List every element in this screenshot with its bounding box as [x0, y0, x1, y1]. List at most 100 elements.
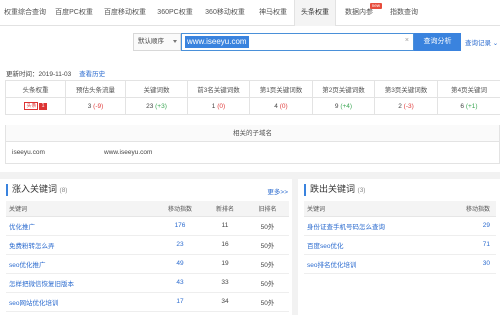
old-rank: 50外 [246, 254, 289, 274]
tab-7[interactable]: 数据内参 new [336, 0, 382, 26]
page2-value: 9 [334, 102, 339, 110]
update-time: 更新时间：2019-11-03 查看历史 [6, 68, 105, 78]
stats-col-header: 前3名关键词数 [187, 80, 250, 98]
col-header: 新排名 [204, 201, 246, 217]
falling-keywords-table: 关键词 移动指数 身份证查手机号码怎么查询 29 百度seo优化 71 seo排名优化培… [304, 201, 496, 274]
top3-value: 1 [211, 102, 216, 110]
tab-label: 数据内参 [345, 8, 373, 16]
flow-delta: (-9) [93, 102, 104, 110]
new-badge: new [369, 2, 382, 9]
tab-3[interactable]: 360PC权重 [152, 0, 198, 26]
new-rank: 11 [204, 216, 246, 236]
keyword-link[interactable]: 身份证查手机号码怎么查询 [304, 216, 444, 236]
tab-2[interactable]: 百度移动权重 [98, 0, 152, 26]
new-rank: 19 [204, 254, 246, 274]
tab-0[interactable]: 权重综合查询 [0, 0, 50, 26]
rising-keywords-card: 涨入关键词 (8) 更多>> 关键词 移动指数 新排名 旧排名 优化推广 176 1… [0, 179, 292, 315]
search-input-value[interactable]: www.iseeyu.com [185, 36, 249, 48]
view-history-link[interactable]: 查看历史 [79, 71, 105, 78]
top-nav-tabs: 权重综合查询 百度PC权重 百度移动权重 360PC权重 360移动权重 神马权重 头条权重… [0, 0, 500, 26]
col-header: 移动指数 [444, 201, 496, 217]
tab-label: 360移动权重 [205, 8, 245, 16]
keyword-link[interactable]: seo排名优化培训 [304, 254, 444, 274]
top3-cell: 1 (0) [187, 97, 250, 115]
kw-total-cell: 23 (+3) [125, 97, 188, 115]
top3-delta: (0) [217, 102, 226, 110]
flow-value: 3 [87, 102, 92, 110]
new-rank: 33 [204, 273, 246, 293]
falling-keywords-title: 跌出关键词 (3) [304, 184, 365, 196]
chevron-down-icon [173, 40, 177, 43]
tab-label: 百度移动权重 [104, 8, 146, 16]
table-row: 免费粉转怎么弄 23 16 50外 [6, 235, 289, 255]
rising-keywords-table: 关键词 移动指数 新排名 旧排名 优化推广 176 11 50外 免费粉转怎么弄 23 16… [6, 201, 289, 312]
mobile-index[interactable]: 29 [444, 216, 496, 236]
toutiao-weight-cell: 头条 1 [5, 97, 66, 115]
subdomain-item[interactable]: www.iseeyu.com [104, 149, 152, 156]
page2-delta: (+4) [340, 102, 353, 110]
table-row: seo优化推广 49 19 50外 [6, 254, 289, 274]
page2-cell: 9 (+4) [312, 97, 375, 115]
old-rank: 50外 [246, 216, 289, 236]
mobile-index[interactable]: 49 [156, 254, 204, 274]
keyword-link[interactable]: seo网站优化培训 [6, 292, 156, 312]
page4-value: 6 [460, 102, 465, 110]
table-row: 优化推广 176 11 50外 [6, 216, 289, 236]
toutiao-weight-badge[interactable]: 1 [39, 102, 47, 110]
keyword-link[interactable]: 免费粉转怎么弄 [6, 235, 156, 255]
mobile-index[interactable]: 43 [156, 273, 204, 293]
stats-table: 头条权重 预估头条流量 关键词数 前3名关键词数 第1页关键词数 第2页关键词数 第3页关键… [5, 80, 500, 115]
tab-label: 神马权重 [259, 8, 287, 16]
clear-icon[interactable]: × [405, 37, 409, 44]
table-row: seo网站优化培训 17 34 50外 [6, 292, 289, 312]
stats-col-header: 第1页关键词数 [249, 80, 313, 98]
page1-delta: (0) [279, 102, 288, 110]
old-rank: 50外 [246, 292, 289, 312]
page3-cell: 2 (-3) [374, 97, 438, 115]
table-row: 百度seo优化 71 [304, 235, 496, 255]
col-header: 旧排名 [246, 201, 289, 217]
page1-value: 4 [274, 102, 278, 110]
tab-6[interactable]: 头条权重 [294, 0, 336, 26]
subdomains-row: iseeyu.com www.iseeyu.com [5, 142, 500, 164]
old-rank: 50外 [246, 235, 289, 255]
order-select-value: 默认顺序 [138, 38, 164, 45]
new-rank: 16 [204, 235, 246, 255]
tab-label: 百度PC权重 [55, 8, 93, 16]
mobile-index[interactable]: 176 [156, 216, 204, 236]
domain-search-input[interactable]: www.iseeyu.com × [181, 33, 414, 51]
falling-count: (3) [357, 187, 366, 194]
tab-1[interactable]: 百度PC权重 [50, 0, 98, 26]
mobile-index[interactable]: 30 [444, 254, 496, 274]
page4-delta: (+1) [465, 102, 478, 110]
kw-total-value: 23 [146, 102, 154, 110]
tab-8[interactable]: 指数查询 [382, 0, 426, 26]
page1-cell: 4 (0) [249, 97, 313, 115]
query-history-link[interactable]: 查询记录 ⌄ [465, 37, 498, 47]
mobile-index[interactable]: 17 [156, 292, 204, 312]
tab-label: 头条权重 [301, 8, 329, 16]
keyword-link[interactable]: 怎样把微信恢复旧版本 [6, 273, 156, 293]
tab-4[interactable]: 360移动权重 [198, 0, 252, 26]
mobile-index[interactable]: 71 [444, 235, 496, 255]
table-row: 怎样把微信恢复旧版本 43 33 50外 [6, 273, 289, 293]
more-link[interactable]: 更多>> [267, 186, 288, 196]
rising-keywords-title: 涨入关键词 (8) [6, 184, 67, 196]
stats-col-header: 第4页关键词 [437, 80, 500, 98]
page4-cell: 6 (+1) [437, 97, 500, 115]
query-analyze-button[interactable]: 查询分析 [414, 33, 461, 51]
subdomain-item[interactable]: iseeyu.com [12, 149, 45, 156]
mobile-index[interactable]: 23 [156, 235, 204, 255]
col-header: 关键词 [304, 201, 444, 217]
keyword-link[interactable]: 百度seo优化 [304, 235, 444, 255]
weight-overview-panel: 更新时间：2019-11-03 查看历史 头条权重 预估头条流量 关键词数 前3名关键… [0, 62, 500, 172]
stats-col-header: 第2页关键词数 [312, 80, 375, 98]
falling-keywords-card: 跌出关键词 (3) 关键词 移动指数 身份证查手机号码怎么查询 29 百度seo优化… [298, 179, 500, 315]
order-select[interactable]: 默认顺序 [133, 33, 181, 51]
table-row: 身份证查手机号码怎么查询 29 [304, 216, 496, 236]
table-row: seo排名优化培训 30 [304, 254, 496, 274]
tab-5[interactable]: 神马权重 [252, 0, 294, 26]
keyword-link[interactable]: seo优化推广 [6, 254, 156, 274]
stats-col-header: 第3页关键词数 [374, 80, 438, 98]
keyword-link[interactable]: 优化推广 [6, 216, 156, 236]
